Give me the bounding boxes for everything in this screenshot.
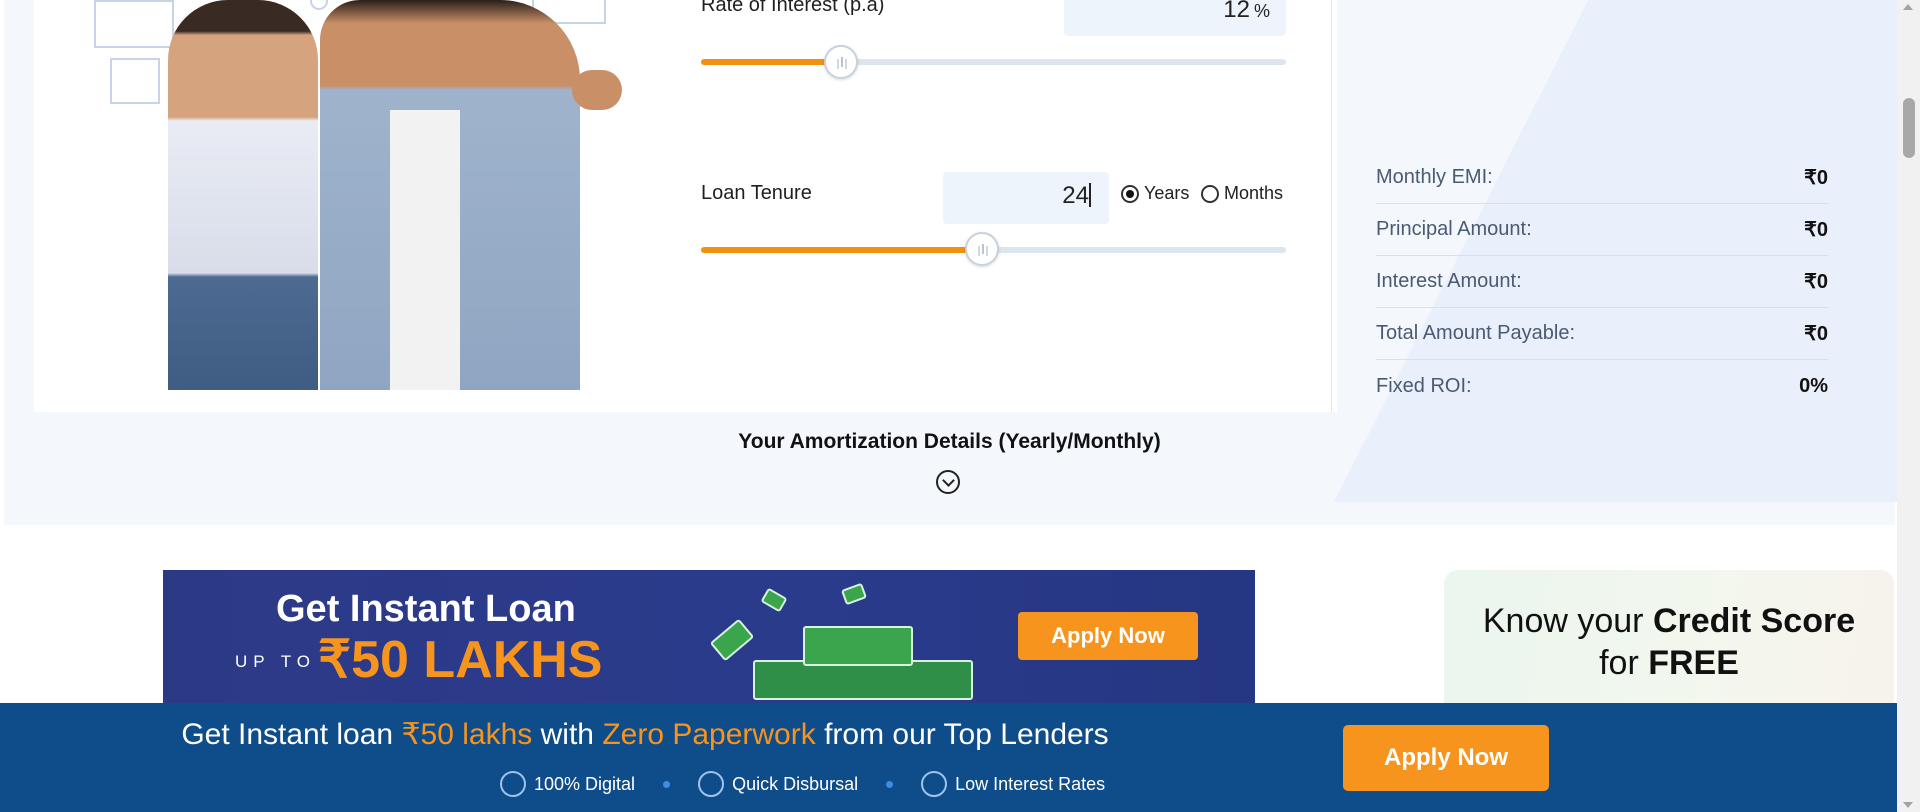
credit-text: Know your <box>1482 602 1653 640</box>
interest-slider[interactable] <box>701 59 1286 65</box>
interest-label: Rate of Interest (p.a) <box>701 0 885 16</box>
money-note-icon <box>760 587 788 613</box>
result-value: ₹0 <box>1804 323 1828 345</box>
tenure-input[interactable]: 24 <box>943 172 1109 224</box>
tenure-label: Loan Tenure <box>701 182 812 204</box>
result-value: 0% <box>1799 374 1828 397</box>
shelf-icon <box>94 0 174 48</box>
months-label: Months <box>1224 183 1284 203</box>
man-tshirt <box>390 110 460 390</box>
books-icon <box>110 58 160 104</box>
credit-text-bold: FREE <box>1648 644 1739 682</box>
tenure-unit-radio-years[interactable]: Years <box>1121 183 1189 204</box>
credit-line-1: Know your Credit Score <box>1444 602 1894 641</box>
result-label: Monthly EMI: <box>1376 166 1493 188</box>
result-label: Interest Amount: <box>1376 270 1522 292</box>
feature-label: 100% Digital <box>534 773 636 794</box>
sticky-apply-bar: Get Instant loan ₹50 lakhs with Zero Pap… <box>0 703 1897 812</box>
scroll-up-arrow-icon[interactable] <box>1903 4 1913 10</box>
result-value: ₹0 <box>1804 271 1828 293</box>
feature-label: Low Interest Rates <box>955 773 1106 794</box>
money-note-icon <box>840 582 868 606</box>
radio-unselected-icon <box>1201 184 1219 203</box>
credit-line-2: for FREE <box>1444 644 1894 683</box>
percent-icon <box>921 771 948 797</box>
result-label: Total Amount Payable: <box>1376 322 1576 344</box>
tenure-value: 24 <box>1062 182 1089 209</box>
woman-figure <box>168 0 318 390</box>
feature-label: Quick Disbursal <box>732 773 859 794</box>
page: Rate of Interest (p.a) 12% Loan Tenure 2… <box>0 0 1920 812</box>
money-stack-icon <box>803 626 913 666</box>
feature-item: Quick Disbursal <box>698 771 858 797</box>
tenure-unit-radio-months[interactable]: Months <box>1201 183 1283 204</box>
credit-text-bold: Credit Score <box>1652 602 1856 640</box>
feature-item: Low Interest Rates <box>921 771 1105 797</box>
feature-item: 100% Digital <box>500 771 635 797</box>
sticky-apply-button[interactable]: Apply Now <box>1343 725 1549 791</box>
chevron-down-icon[interactable] <box>936 470 960 494</box>
bullet-dot <box>886 780 894 788</box>
result-label: Fixed ROI: <box>1376 374 1472 397</box>
bullet-dot <box>663 780 671 788</box>
scrollbar-thumb[interactable] <box>1903 98 1915 158</box>
panel-divider <box>1331 0 1332 412</box>
result-value: ₹0 <box>1804 219 1828 241</box>
result-row-total-payable: Total Amount Payable: ₹0 <box>1376 308 1828 360</box>
disbursal-icon <box>698 771 725 797</box>
interest-value: 12 <box>1223 0 1250 23</box>
radio-selected-icon <box>1121 184 1139 203</box>
headline-highlight: Zero Paperwork <box>602 718 816 751</box>
bubble-icon <box>310 0 328 10</box>
result-row-principal: Principal Amount: ₹0 <box>1376 204 1828 256</box>
credit-score-card[interactable]: Know your Credit Score for FREE <box>1444 570 1894 710</box>
banner-apply-button[interactable]: Apply Now <box>1018 612 1198 660</box>
digital-icon <box>500 771 526 797</box>
result-row-interest: Interest Amount: ₹0 <box>1376 256 1828 308</box>
interest-slider-fill <box>701 59 842 65</box>
text-cursor <box>1089 183 1091 207</box>
headline-text: from our Top Lenders <box>815 718 1109 751</box>
couple-illustration <box>90 0 660 390</box>
money-stack-icon <box>753 660 973 700</box>
headline-text: with <box>532 718 603 751</box>
result-row-monthly-emi: Monthly EMI: ₹0 <box>1376 152 1828 204</box>
result-row-fixed-roi: Fixed ROI: 0% <box>1376 360 1828 412</box>
years-label: Years <box>1144 183 1190 203</box>
banner-amount: ₹50 LAKHS <box>318 631 603 689</box>
scroll-down-arrow-icon[interactable] <box>1903 802 1913 808</box>
feature-list: 100% Digital Quick Disbursal Low Interes… <box>500 771 1105 797</box>
interest-input[interactable]: 12% <box>1064 0 1286 36</box>
result-value: ₹0 <box>1804 167 1828 189</box>
money-note-icon <box>709 618 755 662</box>
instant-loan-banner[interactable]: Get Instant Loan UP TO ₹50 LAKHS Apply N… <box>163 570 1255 703</box>
thumb-pointing <box>572 70 622 110</box>
tenure-slider-fill <box>701 247 982 253</box>
interest-unit: % <box>1253 1 1270 21</box>
amortization-toggle-label[interactable]: Your Amortization Details (Yearly/Monthl… <box>0 430 1899 454</box>
headline-highlight: ₹50 lakhs <box>401 718 533 751</box>
headline-text: Get Instant loan <box>181 718 402 751</box>
banner-title: Get Instant Loan <box>276 588 576 630</box>
page-scrollbar[interactable] <box>1897 0 1920 812</box>
tenure-slider-handle[interactable] <box>964 232 999 266</box>
sticky-headline: Get Instant loan ₹50 lakhs with Zero Pap… <box>0 717 1290 752</box>
credit-text: for <box>1599 644 1649 682</box>
banner-upto: UP TO <box>235 652 317 671</box>
result-label: Principal Amount: <box>1376 218 1532 240</box>
